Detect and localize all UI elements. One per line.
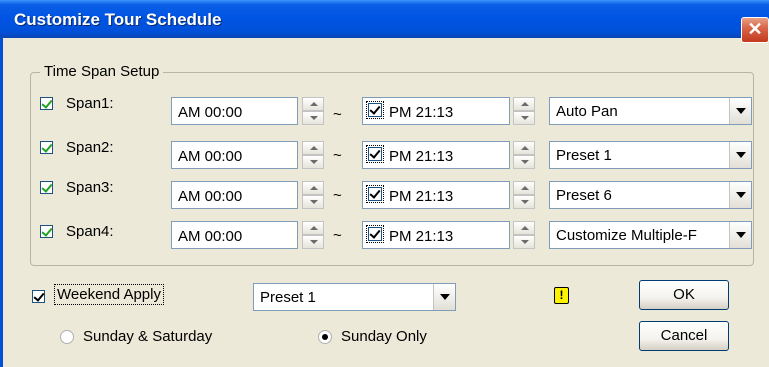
span2-action-value: Preset 1	[556, 147, 612, 164]
spin-down-icon[interactable]	[302, 155, 324, 169]
spin-up-icon[interactable]	[513, 221, 535, 235]
span1-action-dropdown[interactable]: Auto Pan	[549, 97, 752, 125]
chevron-down-icon[interactable]	[729, 142, 751, 168]
dialog-window: Customize Tour Schedule ✕ Time Span Setu…	[0, 0, 769, 367]
span1-checkbox[interactable]	[40, 97, 53, 110]
spin-down-icon[interactable]	[513, 235, 535, 249]
span4-checkbox[interactable]	[40, 225, 53, 238]
span2-end-time: PM 21:13	[389, 148, 454, 165]
span1-end-spinner[interactable]	[513, 97, 535, 125]
span4-end-time-field[interactable]: PM 21:13	[362, 221, 510, 249]
close-icon: ✕	[747, 19, 763, 39]
span2-separator: ~	[333, 147, 342, 164]
spin-up-icon[interactable]	[302, 97, 324, 111]
span4-end-time: PM 21:13	[389, 228, 454, 245]
cancel-button[interactable]: Cancel	[639, 321, 729, 351]
span4-start-spinner[interactable]	[302, 221, 324, 249]
span1-start-time-field[interactable]: AM 00:00	[171, 97, 298, 125]
sunday-saturday-label[interactable]: Sunday & Saturday	[83, 328, 212, 345]
span2-label: Span2:	[66, 139, 114, 156]
spin-down-icon[interactable]	[513, 195, 535, 209]
span3-separator: ~	[333, 187, 342, 204]
spin-up-icon[interactable]	[513, 141, 535, 155]
title-bar[interactable]: Customize Tour Schedule	[0, 0, 769, 38]
span2-end-spinner[interactable]	[513, 141, 535, 169]
span2-end-checkbox[interactable]	[366, 145, 384, 163]
spin-down-icon[interactable]	[513, 111, 535, 125]
sunday-only-label[interactable]: Sunday Only	[341, 328, 427, 345]
dialog-title: Customize Tour Schedule	[14, 10, 222, 29]
span1-end-time-field[interactable]: PM 21:13	[362, 97, 510, 125]
span1-label: Span1:	[66, 95, 114, 112]
span4-separator: ~	[333, 227, 342, 244]
chevron-down-icon[interactable]	[729, 222, 751, 248]
span1-separator: ~	[333, 106, 342, 123]
span4-start-time: AM 00:00	[178, 228, 243, 245]
spin-up-icon[interactable]	[302, 181, 324, 195]
span2-start-time-field[interactable]: AM 00:00	[171, 141, 298, 169]
spin-up-icon[interactable]	[513, 97, 535, 111]
span3-end-spinner[interactable]	[513, 181, 535, 209]
span1-action-value: Auto Pan	[556, 103, 618, 120]
spin-up-icon[interactable]	[302, 221, 324, 235]
weekend-preset-value: Preset 1	[260, 289, 316, 306]
sunday-saturday-radio[interactable]	[60, 330, 74, 344]
span2-action-dropdown[interactable]: Preset 1	[549, 141, 752, 169]
span3-end-checkbox[interactable]	[366, 185, 384, 203]
chevron-down-icon[interactable]	[433, 284, 455, 310]
span4-action-value: Customize Multiple-F	[556, 227, 697, 244]
spin-down-icon[interactable]	[302, 195, 324, 209]
spin-down-icon[interactable]	[513, 155, 535, 169]
chevron-down-icon[interactable]	[729, 98, 751, 124]
span3-start-spinner[interactable]	[302, 181, 324, 209]
span1-end-checkbox[interactable]	[366, 101, 384, 119]
span3-end-time-field[interactable]: PM 21:13	[362, 181, 510, 209]
span3-action-value: Preset 6	[556, 187, 612, 204]
span2-start-time: AM 00:00	[178, 148, 243, 165]
ok-button[interactable]: OK	[639, 280, 729, 310]
weekend-preset-dropdown[interactable]: Preset 1	[253, 283, 456, 311]
span3-action-dropdown[interactable]: Preset 6	[549, 181, 752, 209]
span3-checkbox[interactable]	[40, 181, 53, 194]
spin-down-icon[interactable]	[302, 235, 324, 249]
warning-icon: !	[554, 287, 569, 304]
span1-end-time: PM 21:13	[389, 104, 454, 121]
chevron-down-icon[interactable]	[729, 182, 751, 208]
span2-end-time-field[interactable]: PM 21:13	[362, 141, 510, 169]
span1-start-spinner[interactable]	[302, 97, 324, 125]
weekend-apply-checkbox[interactable]	[32, 290, 45, 303]
span3-label: Span3:	[66, 179, 114, 196]
span4-label: Span4:	[66, 223, 114, 240]
spin-up-icon[interactable]	[513, 181, 535, 195]
span4-action-dropdown[interactable]: Customize Multiple-F	[549, 221, 752, 249]
span3-start-time: AM 00:00	[178, 188, 243, 205]
span4-end-checkbox[interactable]	[366, 225, 384, 243]
span1-start-time: AM 00:00	[178, 104, 243, 121]
sunday-only-radio[interactable]	[318, 330, 332, 344]
span3-end-time: PM 21:13	[389, 188, 454, 205]
time-span-legend: Time Span Setup	[40, 63, 164, 80]
spin-up-icon[interactable]	[302, 141, 324, 155]
span2-checkbox[interactable]	[40, 141, 53, 154]
spin-down-icon[interactable]	[302, 111, 324, 125]
weekend-apply-label[interactable]: Weekend Apply	[54, 284, 164, 305]
span2-start-spinner[interactable]	[302, 141, 324, 169]
span3-start-time-field[interactable]: AM 00:00	[171, 181, 298, 209]
span4-end-spinner[interactable]	[513, 221, 535, 249]
span4-start-time-field[interactable]: AM 00:00	[171, 221, 298, 249]
